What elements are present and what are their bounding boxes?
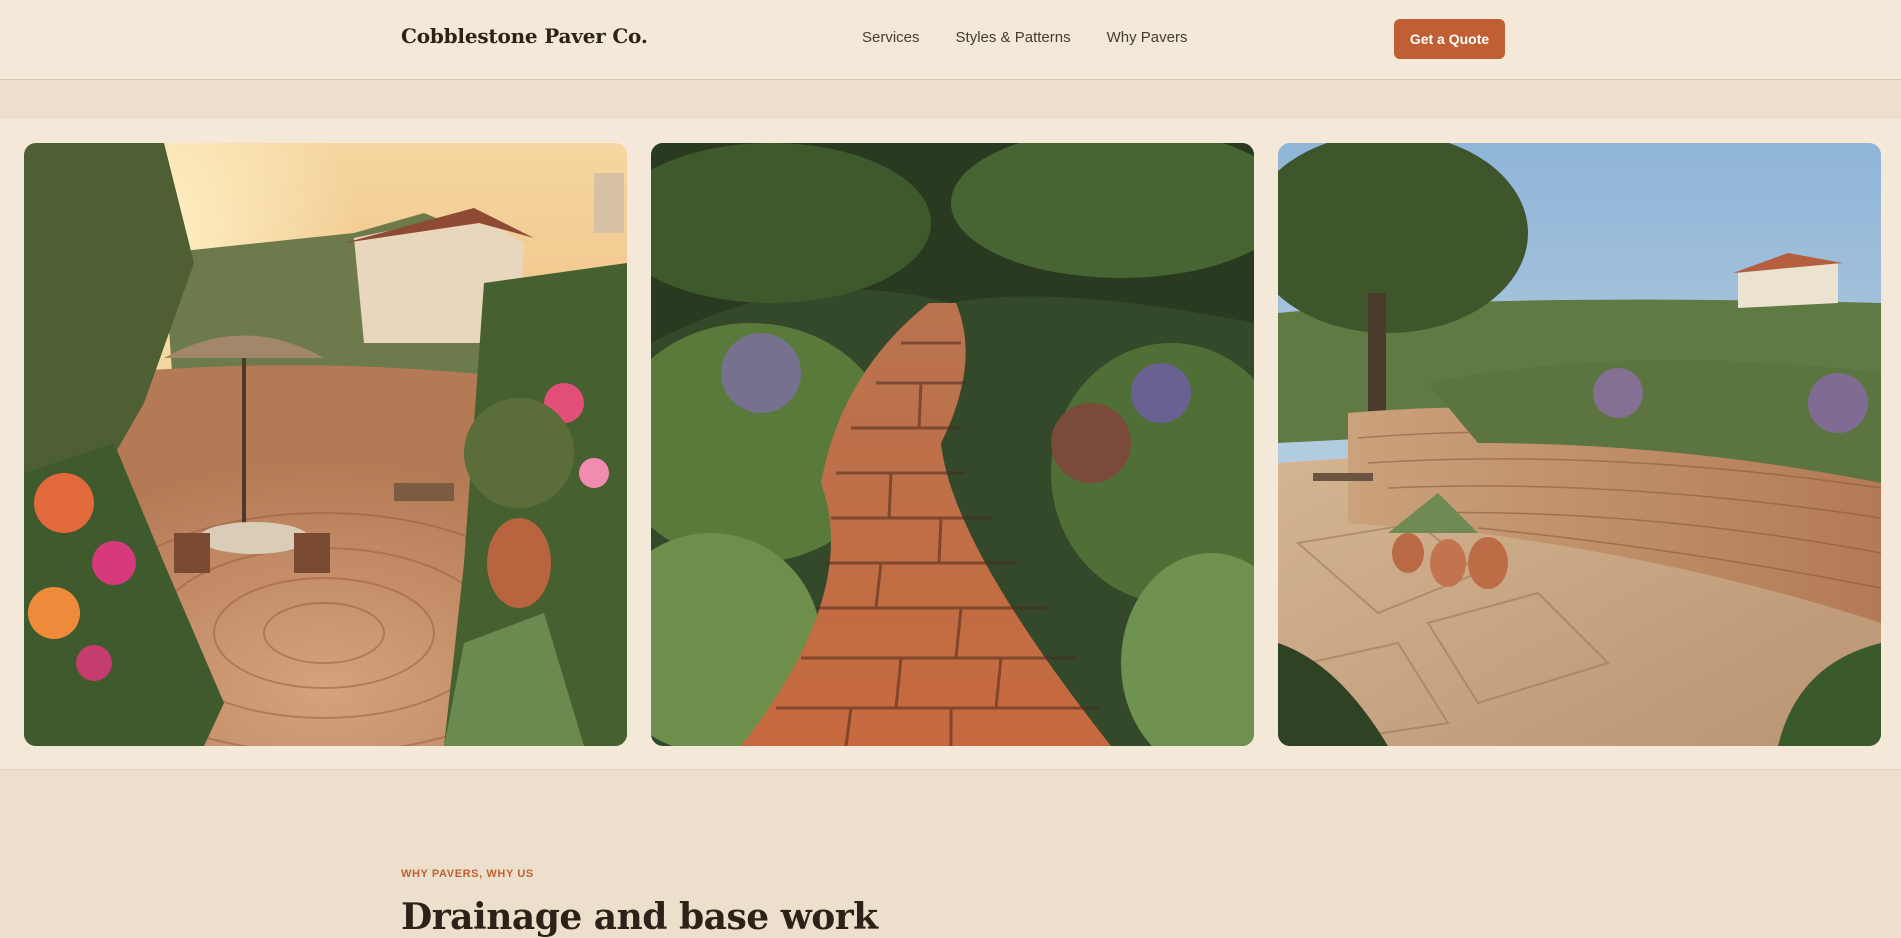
get-quote-button[interactable]: Get a Quote bbox=[1394, 19, 1505, 59]
nav-link-services[interactable]: Services bbox=[862, 29, 920, 46]
section-eyebrow: WHY PAVERS, WHY US bbox=[401, 868, 534, 880]
main-nav: Services Styles & Patterns Why Pavers bbox=[862, 29, 1187, 46]
brand-logo[interactable]: Cobblestone Paver Co. bbox=[401, 24, 648, 48]
gallery-image-brick-path bbox=[651, 143, 1254, 746]
photo-gallery bbox=[0, 119, 1901, 770]
gallery-image-stone-wall bbox=[1278, 143, 1881, 746]
nav-link-why-pavers[interactable]: Why Pavers bbox=[1107, 29, 1188, 46]
section-title: Drainage and base work bbox=[401, 896, 878, 938]
site-header: Cobblestone Paver Co. Services Styles & … bbox=[0, 0, 1901, 80]
gallery-image-patio bbox=[24, 143, 627, 746]
nav-link-styles-patterns[interactable]: Styles & Patterns bbox=[956, 29, 1071, 46]
